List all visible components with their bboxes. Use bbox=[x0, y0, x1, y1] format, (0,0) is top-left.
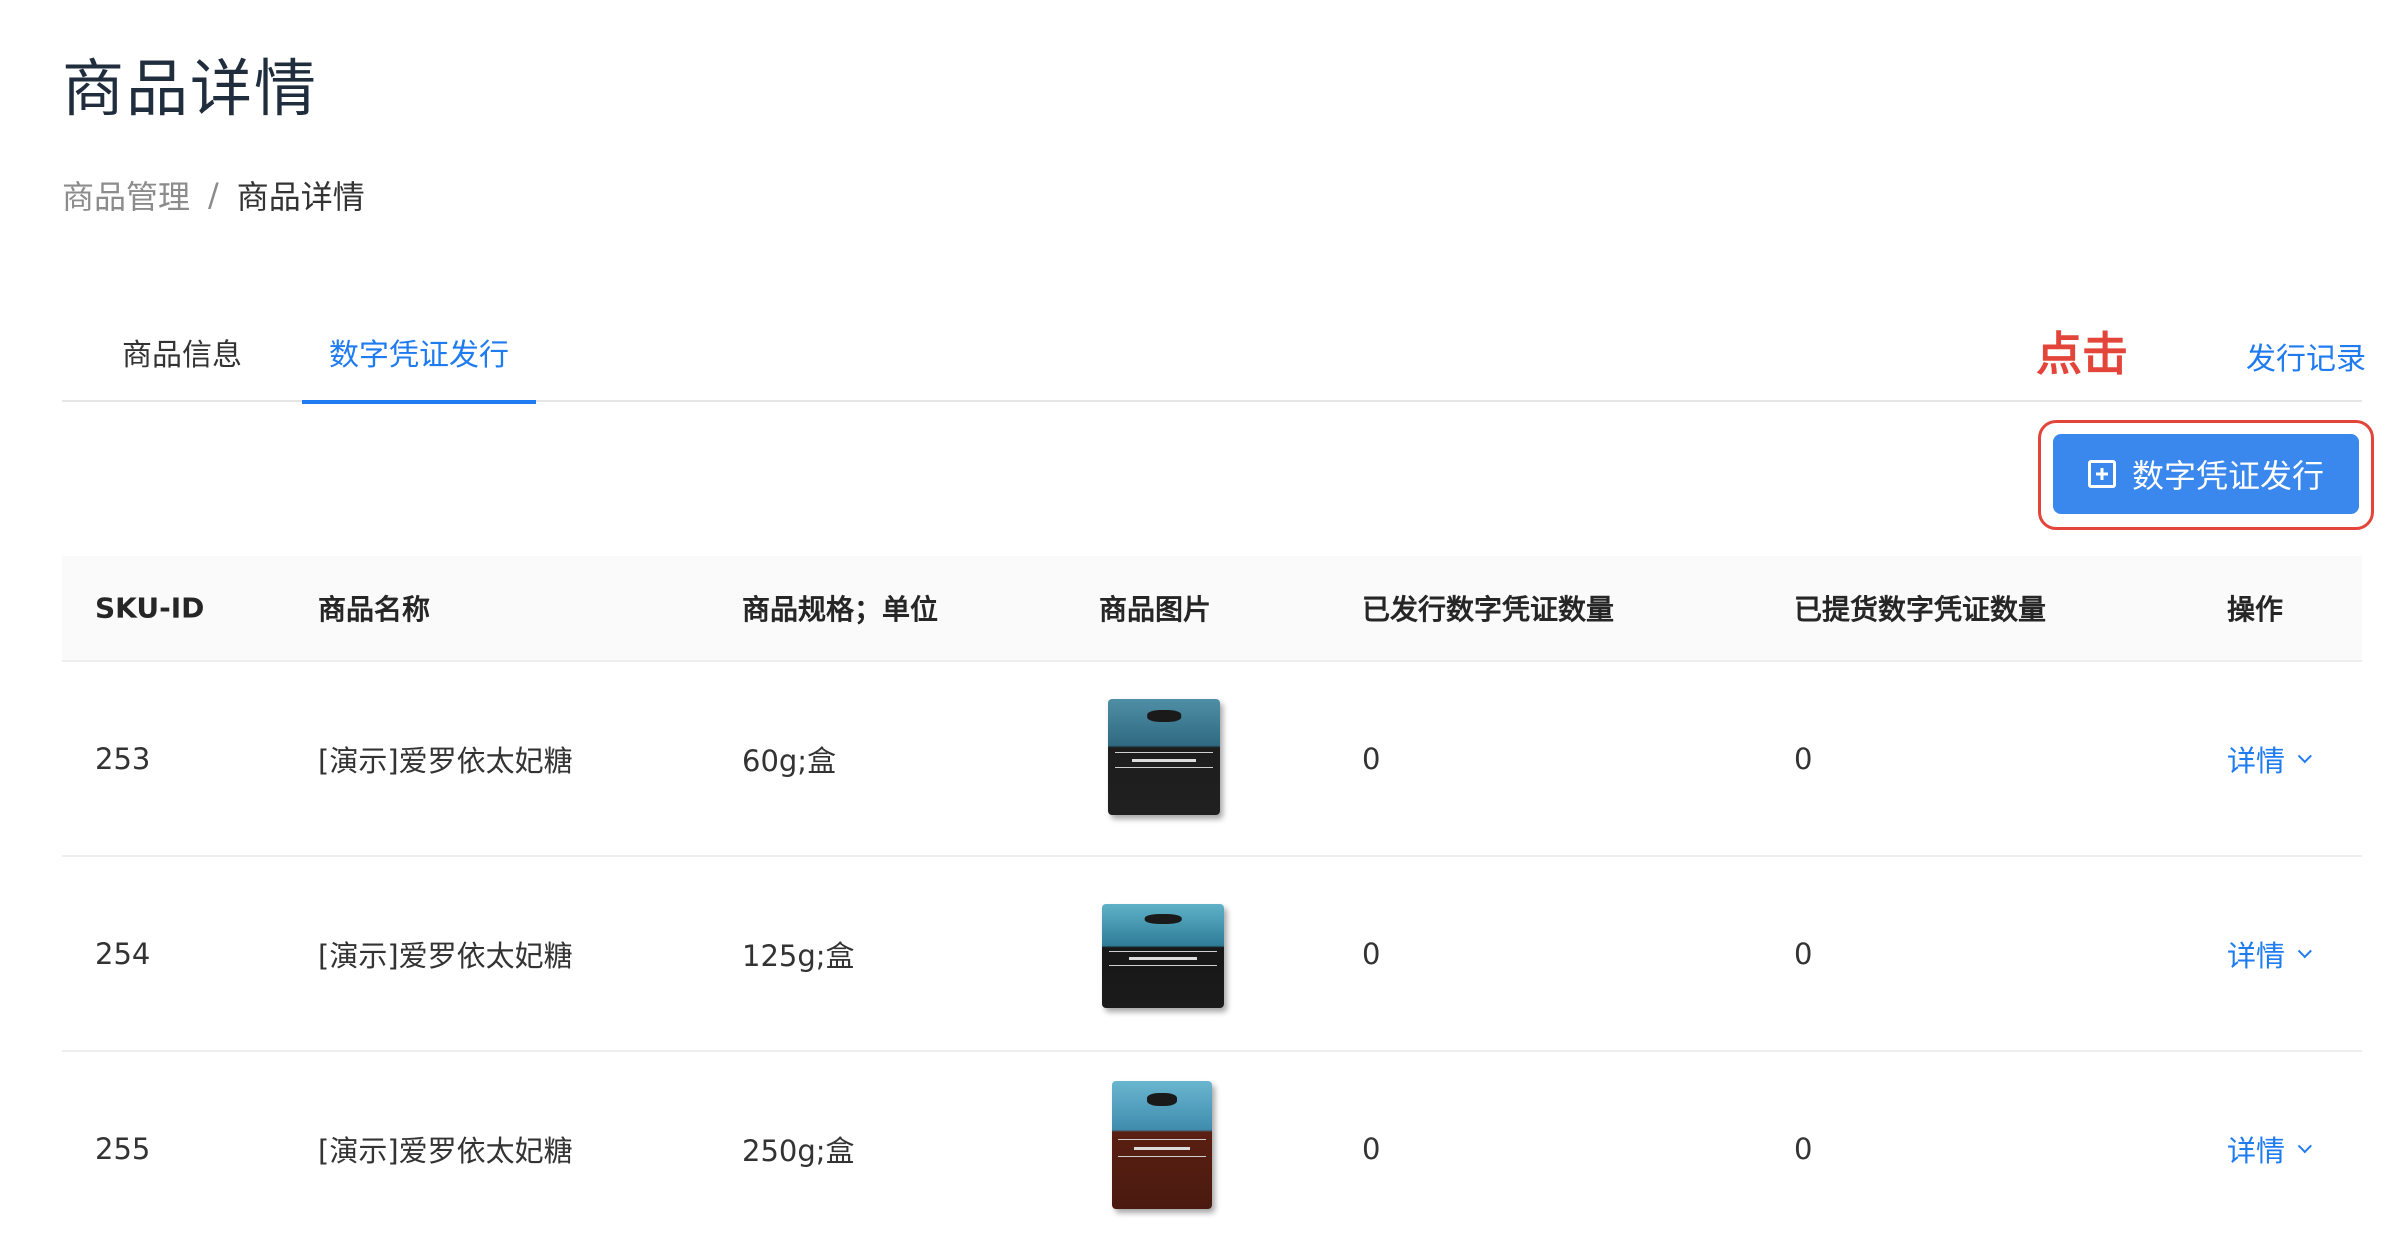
cell-sku-id: 254 bbox=[95, 936, 151, 971]
column-header-spec: 商品规格；单位 bbox=[742, 593, 939, 626]
breadcrumb-parent[interactable]: 商品管理 bbox=[62, 172, 190, 218]
cell-issued-count: 0 bbox=[1362, 936, 1381, 971]
product-image[interactable] bbox=[1098, 698, 1226, 819]
cell-issued-count: 0 bbox=[1362, 741, 1381, 776]
cell-product-name: [演示]爱罗依太妃糖 bbox=[318, 743, 573, 778]
issue-record-link[interactable]: 发行记录 bbox=[2246, 334, 2366, 378]
issue-voucher-button-label: 数字凭证发行 bbox=[2131, 457, 2324, 495]
detail-dropdown[interactable]: 详情 bbox=[2227, 933, 2312, 975]
table-row: 254 [演示]爱罗依太妃糖 125g;盒 0 0 详情 bbox=[62, 857, 2362, 1052]
cell-picked-count: 0 bbox=[1794, 1131, 1813, 1166]
click-annotation: 点击 bbox=[2036, 327, 2128, 381]
sku-table: SKU-ID 商品名称 商品规格；单位 商品图片 已发行数字凭证数量 已提货数字… bbox=[62, 556, 2362, 1244]
table-row: 255 [演示]爱罗依太妃糖 250g;盒 0 0 详情 bbox=[62, 1052, 2362, 1244]
product-image[interactable] bbox=[1098, 894, 1226, 1014]
column-header-image: 商品图片 bbox=[1099, 593, 1212, 626]
breadcrumb-current: 商品详情 bbox=[236, 178, 365, 216]
detail-label: 详情 bbox=[2227, 743, 2286, 778]
tab-product-info[interactable]: 商品信息 bbox=[62, 310, 302, 402]
column-header-issued-count: 已发行数字凭证数量 bbox=[1362, 593, 1615, 626]
cell-spec: 250g;盒 bbox=[742, 1133, 855, 1168]
cell-sku-id: 255 bbox=[95, 1131, 151, 1166]
cell-product-name: [演示]爱罗依太妃糖 bbox=[318, 938, 573, 973]
cell-sku-id: 253 bbox=[95, 741, 151, 776]
cell-spec: 60g;盒 bbox=[742, 743, 837, 778]
tab-voucher-issue[interactable]: 数字凭证发行 bbox=[302, 310, 536, 404]
column-header-action: 操作 bbox=[2227, 593, 2284, 626]
table-header: SKU-ID 商品名称 商品规格；单位 商品图片 已发行数字凭证数量 已提货数字… bbox=[62, 556, 2362, 662]
chevron-down-icon bbox=[2297, 1138, 2312, 1153]
chevron-down-icon bbox=[2297, 748, 2312, 763]
cell-issued-count: 0 bbox=[1362, 1131, 1381, 1166]
cell-spec: 125g;盒 bbox=[742, 938, 855, 973]
chevron-down-icon bbox=[2297, 943, 2312, 958]
detail-label: 详情 bbox=[2227, 938, 2286, 973]
product-image[interactable] bbox=[1098, 1080, 1226, 1209]
detail-dropdown[interactable]: 详情 bbox=[2227, 1128, 2312, 1170]
table-row: 253 [演示]爱罗依太妃糖 60g;盒 0 0 详情 bbox=[62, 662, 2362, 857]
column-header-picked-count: 已提货数字凭证数量 bbox=[1794, 593, 2047, 626]
detail-label: 详情 bbox=[2227, 1133, 2286, 1168]
breadcrumb-separator: / bbox=[208, 176, 219, 214]
cell-picked-count: 0 bbox=[1794, 936, 1813, 971]
issue-voucher-button[interactable]: 数字凭证发行 bbox=[2053, 434, 2359, 514]
cell-picked-count: 0 bbox=[1794, 741, 1813, 776]
cell-product-name: [演示]爱罗依太妃糖 bbox=[318, 1133, 573, 1168]
tab-bar: 商品信息 数字凭证发行 bbox=[62, 310, 2362, 404]
breadcrumb: 商品管理 / 商品详情 bbox=[62, 172, 365, 218]
column-header-product-name: 商品名称 bbox=[318, 593, 431, 626]
detail-dropdown[interactable]: 详情 bbox=[2227, 738, 2312, 780]
page: 商品详情 商品管理 / 商品详情 商品信息 数字凭证发行 点击 发行记录 数字凭… bbox=[0, 0, 2390, 1244]
column-header-sku-id: SKU-ID bbox=[95, 591, 205, 625]
page-title: 商品详情 bbox=[62, 52, 319, 125]
plus-square-icon bbox=[2087, 460, 2116, 488]
